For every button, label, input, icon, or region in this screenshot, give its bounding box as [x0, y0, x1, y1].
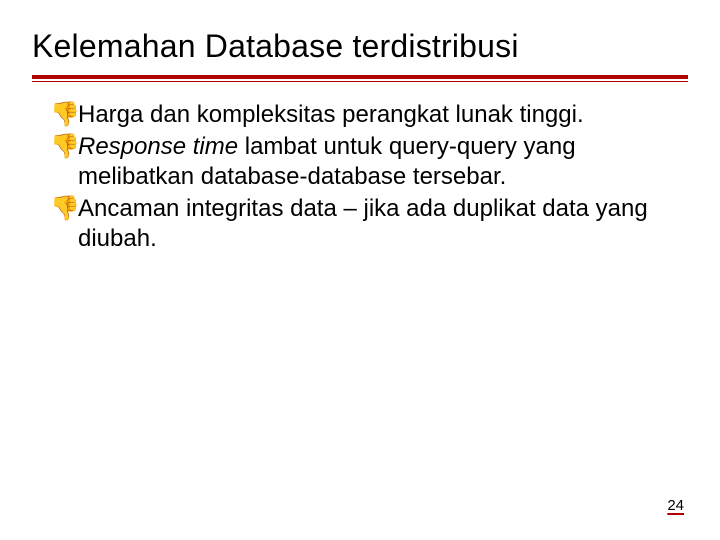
title-area: Kelemahan Database terdistribusi: [0, 0, 720, 75]
page-number: 24: [667, 497, 684, 514]
rule-thick: [32, 75, 688, 79]
slide: Kelemahan Database terdistribusi 👎 Harga…: [0, 0, 720, 540]
bullet-text: Ancaman integritas data – jika ada dupli…: [78, 194, 670, 254]
thumbs-down-icon: 👎: [50, 194, 78, 224]
slide-title: Kelemahan Database terdistribusi: [32, 28, 688, 65]
body-area: 👎 Harga dan kompleksitas perangkat lunak…: [0, 82, 720, 254]
italic-span: Response time: [78, 133, 238, 160]
bullet-text: Harga dan kompleksitas perangkat lunak t…: [78, 100, 584, 130]
title-rule: [0, 75, 720, 82]
bullet-item: 👎 Ancaman integritas data – jika ada dup…: [50, 194, 670, 254]
bullet-item: 👎 Response time lambat untuk query-query…: [50, 132, 670, 192]
bullet-item: 👎 Harga dan kompleksitas perangkat lunak…: [50, 100, 670, 130]
bullet-text: Response time lambat untuk query-query y…: [78, 132, 670, 192]
thumbs-down-icon: 👎: [50, 132, 78, 162]
thumbs-down-icon: 👎: [50, 100, 78, 130]
